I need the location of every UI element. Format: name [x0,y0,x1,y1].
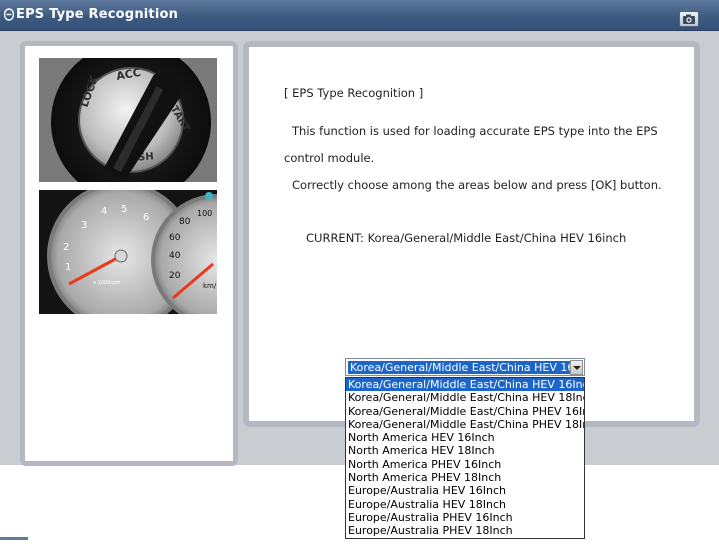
instrument-cluster-image: 2 3 4 5 6 1 x 1000rpm 80 100 60 40 20 km… [39,190,217,314]
option-eu-phev-16[interactable]: Europe/Australia PHEV 16Inch [346,511,584,524]
gauge-tick: 20 [169,271,181,281]
option-korea-phev-18[interactable]: Korea/General/Middle East/China PHEV 18I… [346,418,584,431]
gauge-tick: 2 [63,242,69,253]
option-na-hev-16[interactable]: North America HEV 16Inch [346,431,584,444]
ignition-switch-image: LOCK ACC START PUSH [39,58,217,182]
gauge-tick: 4 [101,206,107,217]
gauge-tick: 6 [143,212,149,223]
description-line-1: This function is used for loading accura… [292,124,658,138]
current-type: CURRENT: Korea/General/Middle East/China… [306,231,627,245]
hyundai-logo-icon [4,8,14,21]
gauge-tick: km/ [203,282,217,290]
option-korea-hev-16[interactable]: Korea/General/Middle East/China HEV 16In… [346,378,584,392]
option-na-phev-18[interactable]: North America PHEV 18Inch [346,471,584,484]
gauge-tick: 100 [197,209,212,218]
gauge-tick: 80 [179,217,191,227]
option-na-phev-16[interactable]: North America PHEV 16Inch [346,458,584,471]
eps-type-select[interactable]: Korea/General/Middle East/China HEV 16In… [345,358,585,376]
option-eu-phev-18[interactable]: Europe/Australia PHEV 18Inch [346,524,584,537]
window-titlebar: EPS Type Recognition [0,0,719,31]
option-korea-hev-18[interactable]: Korea/General/Middle East/China HEV 18In… [346,391,584,404]
camera-icon[interactable] [679,11,699,27]
gauge-tick: 3 [81,220,87,231]
gauge-tick: 5 [121,204,127,215]
gauge-tick: 1 [65,262,71,273]
rpm-label: x 1000rpm [93,280,121,286]
option-eu-hev-18[interactable]: Europe/Australia HEV 18Inch [346,498,584,511]
eps-type-options: Korea/General/Middle East/China HEV 16In… [345,377,585,539]
option-na-hev-18[interactable]: North America HEV 18Inch [346,444,584,457]
option-korea-phev-16[interactable]: Korea/General/Middle East/China PHEV 16I… [346,405,584,418]
description-line-3: Correctly choose among the areas below a… [292,178,662,192]
section-heading: [ EPS Type Recognition ] [284,86,424,100]
window-title: EPS Type Recognition [16,7,179,22]
footer-accent [0,537,28,540]
select-value: Korea/General/Middle East/China HEV 16In… [348,361,572,374]
description-line-2: control module. [284,151,375,165]
option-eu-hev-16[interactable]: Europe/Australia HEV 16Inch [346,484,584,497]
gauge-tick: 60 [169,233,181,243]
chevron-down-icon[interactable] [570,360,583,375]
gauge-tick: 40 [169,251,181,261]
